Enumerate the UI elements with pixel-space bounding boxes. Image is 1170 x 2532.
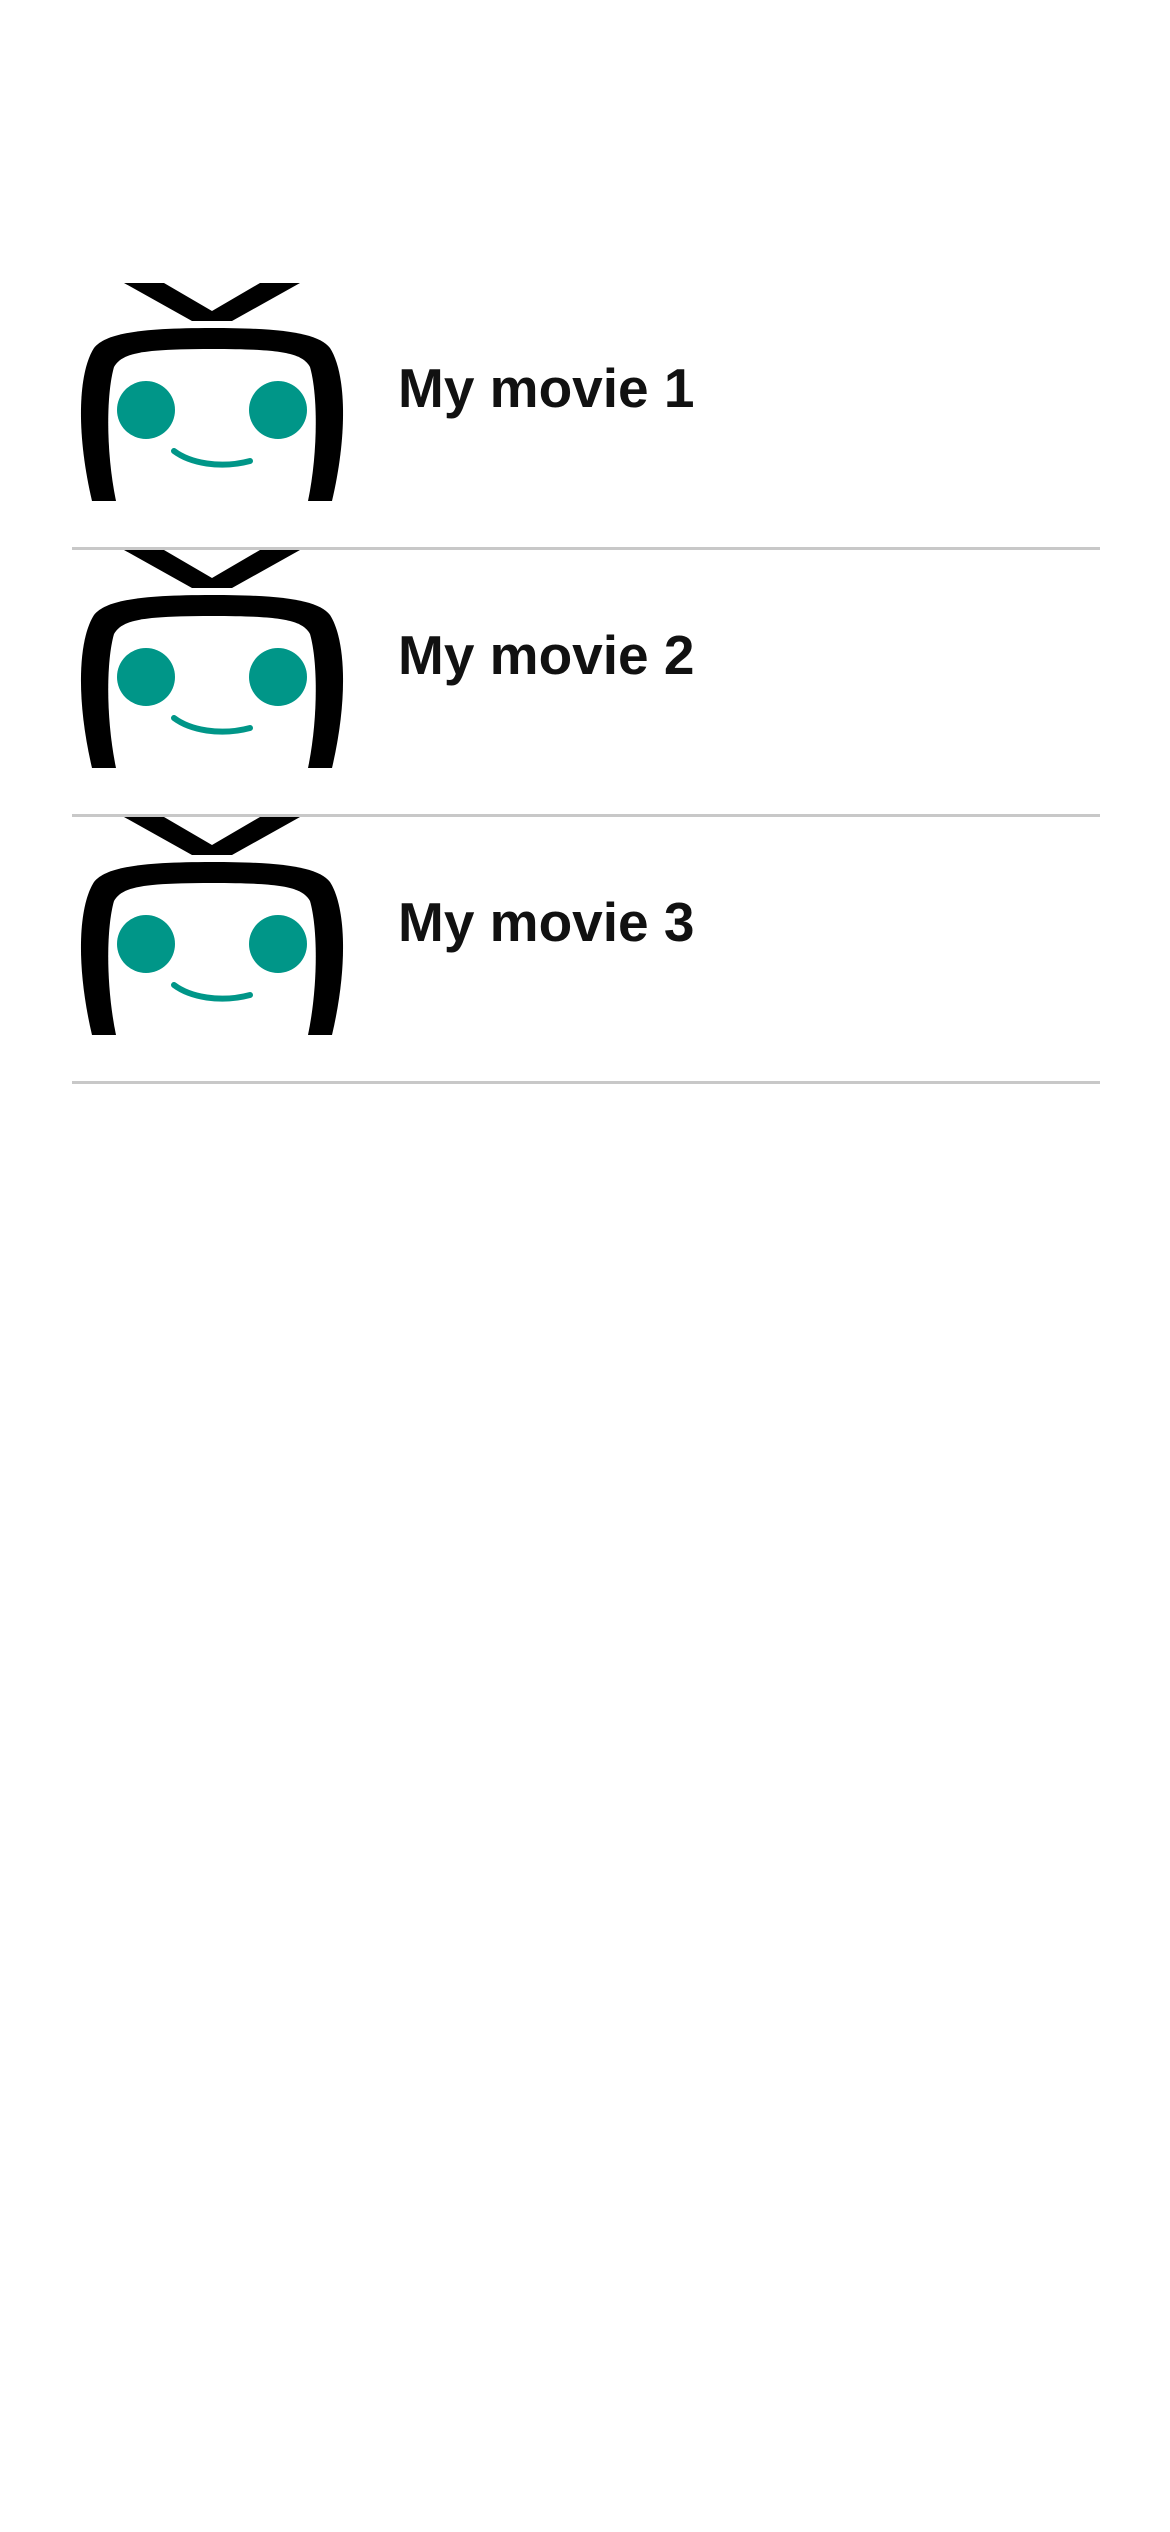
tv-mascot-icon — [72, 283, 352, 501]
tv-mascot-icon — [72, 817, 352, 1035]
movie-list-item[interactable]: My movie 2 — [72, 550, 1100, 817]
movie-title: My movie 2 — [398, 624, 695, 686]
movie-list-item[interactable]: My movie 3 — [72, 817, 1100, 1084]
movie-title: My movie 1 — [398, 357, 695, 419]
app-screen: My movie 1 My movie 2 My movie 3 — [0, 0, 1170, 2532]
movie-list: My movie 1 My movie 2 My movie 3 — [72, 283, 1100, 1084]
movie-list-item[interactable]: My movie 1 — [72, 283, 1100, 550]
tv-mascot-icon — [72, 550, 352, 768]
movie-title: My movie 3 — [398, 891, 695, 953]
